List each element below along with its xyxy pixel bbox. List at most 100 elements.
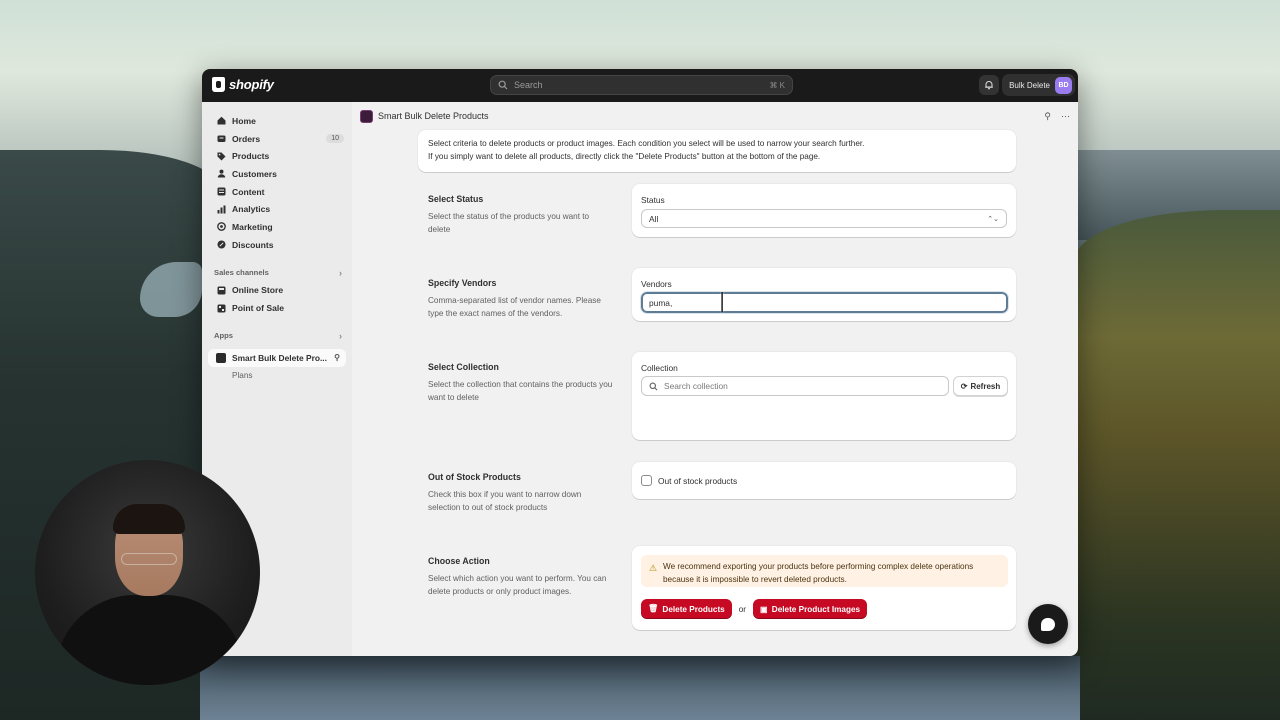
delete-product-images-button[interactable]: ▣ Delete Product Images (753, 599, 868, 619)
sidebar-item-label: Orders (232, 133, 261, 144)
store-name: Bulk Delete (1009, 80, 1050, 90)
shopify-admin-window: shopify Search ⌘ K Bulk Delete BD Home O… (202, 69, 1078, 656)
home-icon (216, 116, 226, 126)
collection-card: Collection Search collection ⟳ Refresh (632, 352, 1016, 440)
delete-images-label: Delete Product Images (771, 604, 861, 614)
status-select-value: All (649, 213, 659, 224)
logo-text: shopify (229, 77, 274, 92)
sidebar-item-label: Content (232, 186, 265, 197)
vendors-input-value: puma, (649, 297, 673, 308)
out-of-stock-checkbox-label: Out of stock products (658, 475, 738, 486)
search-placeholder: Search (514, 80, 543, 90)
webcam-overlay (35, 460, 260, 685)
refresh-label: Refresh (970, 381, 1001, 391)
pin-icon[interactable]: ⚲ (1044, 111, 1051, 122)
store-icon (216, 285, 226, 295)
apps-heading[interactable]: Apps › (202, 327, 352, 345)
orders-icon (216, 134, 226, 144)
chat-bubble-icon (1041, 617, 1055, 631)
collection-section-desc: Select the collection that contains the … (428, 380, 613, 402)
chat-button[interactable] (1028, 604, 1068, 644)
chevron-right-icon: › (339, 267, 342, 278)
vendors-section-desc: Comma-separated list of vendor names. Pl… (428, 296, 601, 318)
sales-channels-heading[interactable]: Sales channels › (202, 264, 352, 282)
sidebar-item-discounts[interactable]: Discounts (202, 236, 352, 254)
sidebar-item-label: Online Store (232, 285, 284, 296)
store-menu-button[interactable]: Bulk Delete BD (1002, 74, 1075, 96)
status-section-title: Select Status (428, 194, 484, 204)
sidebar-item-analytics[interactable]: Analytics (202, 200, 352, 218)
sidebar-item-label: Plans (232, 371, 253, 381)
sidebar-item-online-store[interactable]: Online Store (202, 282, 352, 300)
warning-banner: ⚠ We recommend exporting your products b… (641, 555, 1008, 587)
warning-line-2: because it is impossible to revert delet… (663, 574, 847, 584)
chart-icon (216, 204, 226, 214)
notifications-button[interactable] (979, 75, 999, 95)
out-of-stock-section-title: Out of Stock Products (428, 472, 521, 482)
sidebar-item-label: Products (232, 151, 270, 162)
sidebar-item-orders[interactable]: Orders 10 (202, 130, 352, 148)
sidebar-item-label: Discounts (232, 239, 274, 250)
select-arrows-icon: ⌃⌄ (987, 215, 999, 223)
pos-icon (216, 303, 226, 313)
sidebar-subitem-plans[interactable]: Plans (202, 367, 352, 385)
apps-heading-label: Apps (214, 331, 233, 341)
shopify-bag-icon (212, 77, 225, 92)
avatar: BD (1055, 76, 1072, 94)
action-buttons: 🗑 Delete Products or ▣ Delete Product Im… (641, 599, 868, 619)
search-shortcut: ⌘ K (769, 80, 785, 90)
vendors-input[interactable]: puma, (640, 291, 1009, 314)
status-select[interactable]: All ⌃⌄ (641, 209, 1007, 228)
app-header: Smart Bulk Delete Products ⚲ ⋯ (352, 102, 1078, 130)
app-icon (360, 109, 373, 123)
vendors-section-title: Specify Vendors (428, 278, 497, 288)
out-of-stock-card: Out of stock products (632, 462, 1016, 499)
out-of-stock-checkbox-row[interactable]: Out of stock products (641, 475, 737, 486)
sidebar-item-label: Analytics (232, 204, 271, 215)
sidebar-item-smart-bulk-delete[interactable]: Smart Bulk Delete Pro... ⚲ (208, 348, 346, 367)
page-title: Smart Bulk Delete Products (378, 111, 489, 121)
status-section-desc: Select the status of the products you wa… (428, 212, 590, 234)
sidebar-item-products[interactable]: Products (202, 147, 352, 165)
status-card: Status All ⌃⌄ (632, 184, 1016, 237)
out-of-stock-section-desc: Check this box if you want to narrow dow… (428, 490, 582, 512)
search-bar[interactable]: Search ⌘ K (490, 75, 793, 95)
webcam-person-glasses (121, 553, 177, 565)
sidebar-item-customers[interactable]: Customers (202, 165, 352, 183)
delete-products-button[interactable]: 🗑 Delete Products (641, 599, 732, 619)
action-section-title: Choose Action (428, 556, 490, 566)
intro-line-2: If you simply want to delete all product… (428, 152, 821, 161)
sidebar-item-label: Customers (232, 168, 277, 179)
sidebar-item-content[interactable]: Content (202, 183, 352, 201)
sidebar-item-home[interactable]: Home (202, 112, 352, 130)
collection-section-title: Select Collection (428, 362, 499, 372)
content-icon (216, 187, 226, 197)
sidebar-item-point-of-sale[interactable]: Point of Sale (202, 299, 352, 317)
main-content: Smart Bulk Delete Products ⚲ ⋯ Select cr… (352, 102, 1078, 656)
tag-icon (216, 151, 226, 161)
sidebar-item-label: Home (232, 115, 256, 126)
vendors-card: Vendors puma, I (632, 268, 1016, 321)
intro-line-1: Select criteria to delete products or pr… (428, 139, 865, 148)
background-hills-right (1075, 210, 1280, 720)
action-card: ⚠ We recommend exporting your products b… (632, 546, 1016, 630)
refresh-icon: ⟳ (960, 381, 968, 391)
app-icon (216, 352, 226, 363)
discount-icon (216, 240, 226, 250)
target-icon (216, 222, 226, 232)
refresh-button[interactable]: ⟳ Refresh (953, 376, 1008, 396)
pin-icon[interactable]: ⚲ (334, 353, 340, 362)
shopify-logo[interactable]: shopify (212, 77, 274, 92)
warning-line-1: We recommend exporting your products bef… (663, 562, 974, 571)
sidebar-item-marketing[interactable]: Marketing (202, 218, 352, 236)
out-of-stock-checkbox[interactable] (641, 475, 652, 486)
image-icon: ▣ (760, 605, 768, 614)
warning-icon: ⚠ (649, 563, 658, 573)
webcam-person-hair (113, 504, 185, 534)
collection-search-input[interactable]: Search collection (641, 376, 949, 396)
trash-icon: 🗑 (648, 604, 659, 613)
more-icon[interactable]: ⋯ (1061, 111, 1070, 122)
text-cursor-icon: I (718, 286, 727, 319)
chevron-right-icon: › (339, 330, 342, 341)
search-icon (498, 80, 508, 90)
